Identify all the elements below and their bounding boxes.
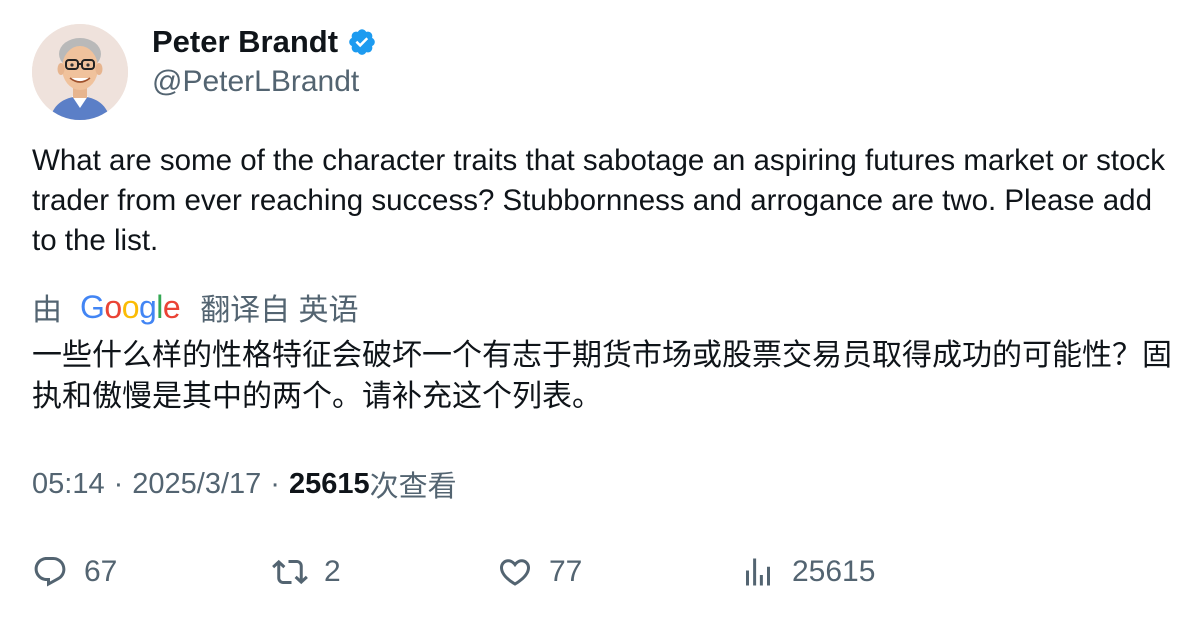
author-name-row: Peter Brandt xyxy=(152,22,377,62)
tweet-meta: 05:14 · 2025/3/17 · 25615 次查看 xyxy=(32,464,457,504)
reply-button[interactable]: 67 xyxy=(32,550,117,594)
author-handle[interactable]: @PeterLBrandt xyxy=(152,62,359,102)
meta-separator: · xyxy=(113,467,124,500)
meta-separator: · xyxy=(270,467,280,500)
google-logo: Google xyxy=(80,289,181,325)
avatar[interactable] xyxy=(32,24,128,120)
views-button[interactable]: 25615 xyxy=(740,550,875,594)
author-name[interactable]: Peter Brandt xyxy=(152,22,338,62)
retweet-button[interactable]: 2 xyxy=(272,550,341,594)
reply-icon xyxy=(34,557,66,587)
translated-from-label: 翻译自 英语 xyxy=(200,294,359,327)
views-count: 25615 xyxy=(288,467,370,500)
views-label: 次查看 xyxy=(369,471,457,503)
tweet-date[interactable]: 2025/3/17 xyxy=(132,468,261,501)
retweet-icon xyxy=(272,559,308,585)
translated-by-label: 由 xyxy=(32,294,62,327)
tweet-time[interactable]: 05:14 xyxy=(32,468,105,501)
reply-count: 67 xyxy=(84,555,118,588)
views-action-count: 25615 xyxy=(792,555,876,588)
like-count: 77 xyxy=(549,555,583,588)
verified-badge-icon xyxy=(347,27,377,57)
analytics-icon xyxy=(746,558,770,586)
avatar-image xyxy=(32,24,128,120)
heart-icon xyxy=(499,559,531,586)
tweet-text: What are some of the character traits th… xyxy=(32,144,1166,257)
like-button[interactable]: 77 xyxy=(497,550,582,594)
translated-text: 一些什么样的性格特征会破坏一个有志于期货市场或股票交易员取得成功的可能性？固执和… xyxy=(32,339,1172,413)
retweet-count: 2 xyxy=(324,555,341,588)
translation-attribution: 由 Google 翻译自 英语 xyxy=(32,287,359,327)
